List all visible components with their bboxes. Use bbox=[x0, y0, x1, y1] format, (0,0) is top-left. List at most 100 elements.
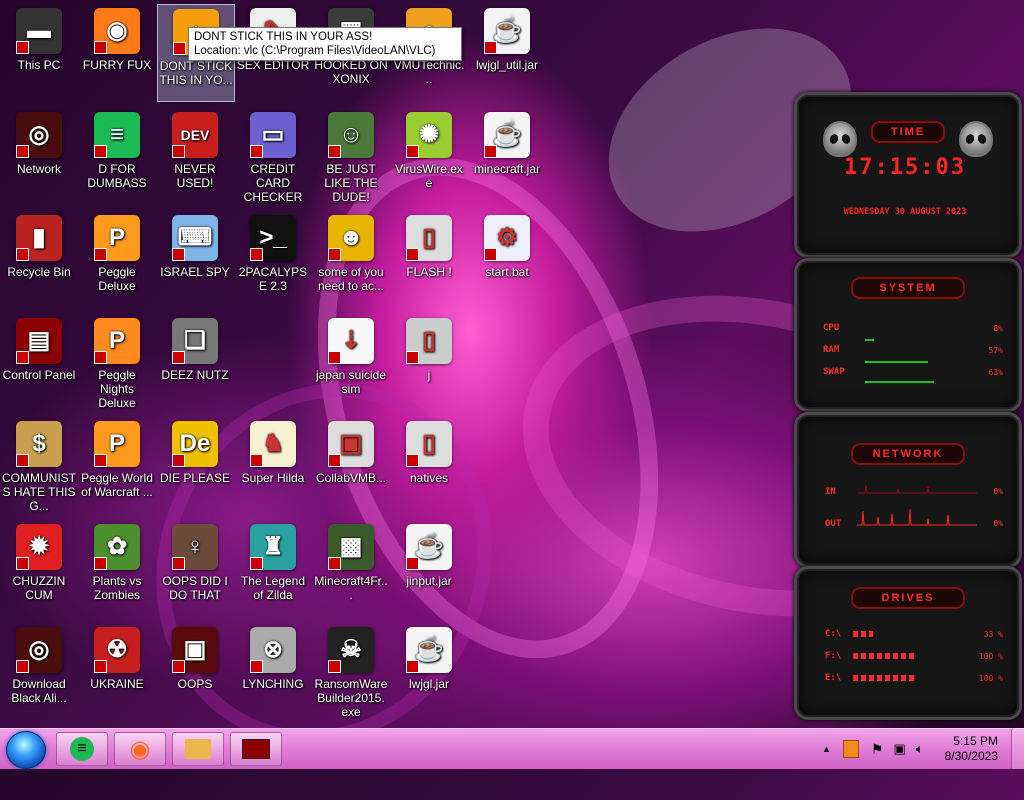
desktop-icon-label: start.bat bbox=[485, 265, 529, 279]
desktop-icon-label: Download Black Ali... bbox=[11, 677, 67, 705]
show-desktop-button[interactable] bbox=[1011, 729, 1024, 769]
shortcut-badge-icon bbox=[484, 145, 497, 158]
drive-e-bar bbox=[853, 675, 915, 681]
desktop-icon-label: RansomWareBuilder2015.exe bbox=[314, 677, 388, 719]
desktop-icon[interactable]: ◎ Download Black Ali... bbox=[1, 623, 77, 719]
desktop-icon[interactable]: >_ 2PACALYPSE 2.3 bbox=[235, 211, 311, 307]
shortcut-badge-icon bbox=[250, 248, 263, 261]
desktop-icon[interactable]: ☠ RansomWareBuilder2015.exe bbox=[313, 623, 389, 719]
desktop-icon[interactable]: ✿ Plants vs Zombies bbox=[79, 520, 155, 616]
desktop-icon[interactable]: ⌨ ISRAEL SPY bbox=[157, 211, 233, 307]
desktop-icon[interactable]: P Peggle Deluxe bbox=[79, 211, 155, 307]
network-gadget[interactable]: NETWORK IN 0% OUT 0% bbox=[794, 412, 1022, 568]
app-icon: P bbox=[94, 421, 140, 467]
desktop-icon[interactable]: ☕ lwjgl.jar bbox=[391, 623, 467, 719]
desktop-icon[interactable]: ▣ CollabVMB... bbox=[313, 417, 389, 513]
desktop-icon[interactable]: P Peggle World of Warcraft ... bbox=[79, 417, 155, 513]
drives-gadget[interactable]: DRIVES C:\ 33 % F:\ 100 % E:\ 100 % bbox=[794, 566, 1022, 720]
desktop-icon[interactable]: ▯ natives bbox=[391, 417, 467, 513]
drive-e-value: 100 % bbox=[978, 674, 1003, 683]
desktop-icon-label: Control Panel bbox=[2, 368, 76, 382]
network-icon[interactable]: ▣ bbox=[893, 741, 905, 757]
shortcut-badge-icon bbox=[406, 351, 419, 364]
shortcut-badge-icon bbox=[16, 145, 29, 158]
app-icon: ▯ bbox=[406, 318, 452, 364]
desktop-icon[interactable]: ▤ Control Panel bbox=[1, 314, 77, 410]
desktop-icon[interactable]: ☕ jinput.jar bbox=[391, 520, 467, 616]
app-icon: ▭ bbox=[250, 112, 296, 158]
icon-tooltip: DONT STICK THIS IN YOUR ASS! Location: v… bbox=[188, 27, 462, 61]
desktop-icon[interactable]: ♞ Super Hilda bbox=[235, 417, 311, 513]
gadget-time: 17:15:03 bbox=[844, 155, 966, 180]
desktop-icon-label: VirusWire.exe bbox=[395, 162, 463, 190]
desktop-icon[interactable]: ◉ FURRY FUX bbox=[79, 4, 155, 100]
desktop-icon[interactable]: ⚙ start.bat bbox=[469, 211, 545, 307]
alien-logo-icon bbox=[959, 121, 993, 157]
app-icon: ⊗ bbox=[250, 627, 296, 673]
desktop-icon[interactable]: $ COMMUNISTS HATE THIS G... bbox=[1, 417, 77, 513]
desktop-icon-label: some of you need to ac... bbox=[317, 265, 385, 293]
desktop-icon-label: LYNCHING bbox=[242, 677, 304, 691]
app-icon: ☕ bbox=[484, 112, 530, 158]
desktop-icon[interactable]: ≡ D FOR DUMBASS bbox=[79, 108, 155, 204]
desktop-icon[interactable]: ♀ OOPS DID I DO THAT bbox=[157, 520, 233, 616]
desktop-icon[interactable]: DEV NEVER USED! bbox=[157, 108, 233, 204]
start-button[interactable] bbox=[6, 731, 46, 769]
app-icon: ▩ bbox=[328, 524, 374, 570]
network-out-graph bbox=[857, 508, 977, 526]
desktop-icon-label: Recycle Bin bbox=[7, 265, 71, 279]
desktop-icon[interactable]: ✹ CHUZZIN CUM bbox=[1, 520, 77, 616]
shortcut-badge-icon bbox=[173, 42, 186, 55]
desktop-icon[interactable]: ▮ Recycle Bin bbox=[1, 211, 77, 307]
taskbar-firefox-button[interactable]: ◉ bbox=[114, 732, 166, 766]
shortcut-badge-icon bbox=[250, 454, 263, 467]
desktop-icon[interactable]: ☢ UKRAINE bbox=[79, 623, 155, 719]
desktop-icon[interactable]: ☕ minecraft.jar bbox=[469, 108, 545, 204]
app-icon: ◉ bbox=[94, 8, 140, 54]
system-gadget[interactable]: SYSTEM CPU 8% RAM 57% SWAP 63% bbox=[794, 258, 1022, 412]
taskbar-explorer-button[interactable] bbox=[172, 732, 224, 766]
desktop-icon[interactable]: ▩ Minecraft4Fr... bbox=[313, 520, 389, 616]
desktop-icon[interactable]: ✺ VirusWire.exe bbox=[391, 108, 467, 204]
desktop-icon[interactable]: ☺ BE JUST LIKE THE DUDE! bbox=[313, 108, 389, 204]
swap-label: SWAP bbox=[823, 367, 845, 377]
desktop-icon[interactable]: ▭ CREDIT CARD CHECKER bbox=[235, 108, 311, 204]
desktop-icon[interactable]: ☕ lwjgl_util.jar bbox=[469, 4, 545, 100]
shortcut-badge-icon bbox=[172, 557, 185, 570]
desktop-icon[interactable]: ▣ OOPS bbox=[157, 623, 233, 719]
desktop-icon[interactable]: ⊗ LYNCHING bbox=[235, 623, 311, 719]
desktop-icon[interactable]: ◎ Network bbox=[1, 108, 77, 204]
desktop-icon[interactable]: De DIE PLEASE bbox=[157, 417, 233, 513]
taskbar-spotify-button[interactable]: ≡ bbox=[56, 732, 108, 766]
drive-c-label: C:\ bbox=[825, 629, 842, 639]
desktop-icon-label: Super Hilda bbox=[241, 471, 305, 485]
volume-icon[interactable]: 🔈︎ bbox=[916, 741, 924, 757]
time-gadget[interactable]: TIME 17:15:03 WEDNESDAY 30 AUGUST 2023 bbox=[794, 92, 1022, 258]
desktop-icon[interactable]: ☻ some of you need to ac... bbox=[313, 211, 389, 307]
system-tray: ▲ ⚑ ▣ 🔈︎ bbox=[822, 729, 924, 769]
taskbar-clock[interactable]: 5:15 PM 8/30/2023 bbox=[945, 734, 998, 764]
desktop-icon[interactable]: ♜ The Legend of Zilda bbox=[235, 520, 311, 616]
desktop-icon-label: Peggle Deluxe bbox=[98, 265, 136, 293]
tray-app-icon[interactable] bbox=[842, 740, 859, 758]
app-icon: ☻ bbox=[328, 215, 374, 261]
desktop-icon[interactable]: ▯ FLASH ! bbox=[391, 211, 467, 307]
action-center-flag-icon[interactable]: ⚑ bbox=[871, 741, 884, 758]
desktop-icon-label: UKRAINE bbox=[90, 677, 144, 691]
alien-logo-icon bbox=[823, 121, 857, 157]
desktop-icon-label: The Legend of Zilda bbox=[240, 574, 306, 602]
shortcut-badge-icon bbox=[406, 557, 419, 570]
app-icon: ✺ bbox=[406, 112, 452, 158]
desktop-icon[interactable]: ▬ This PC bbox=[1, 4, 77, 100]
shortcut-badge-icon bbox=[94, 454, 107, 467]
taskbar-control-panel-button[interactable] bbox=[230, 732, 282, 766]
desktop-icon[interactable]: ▯ j bbox=[391, 314, 467, 410]
desktop-icon[interactable]: P Peggle Nights Deluxe bbox=[79, 314, 155, 410]
app-icon: ♜ bbox=[250, 524, 296, 570]
desktop-icon-label: BE JUST LIKE THE DUDE! bbox=[324, 162, 378, 204]
shortcut-badge-icon bbox=[328, 557, 341, 570]
tray-expand-icon[interactable]: ▲ bbox=[822, 744, 831, 754]
desktop-icon[interactable]: ⇣ japan suicide sim bbox=[313, 314, 389, 410]
desktop-icon[interactable]: ❏ DEEZ NUTZ bbox=[157, 314, 233, 410]
shortcut-badge-icon bbox=[328, 248, 341, 261]
